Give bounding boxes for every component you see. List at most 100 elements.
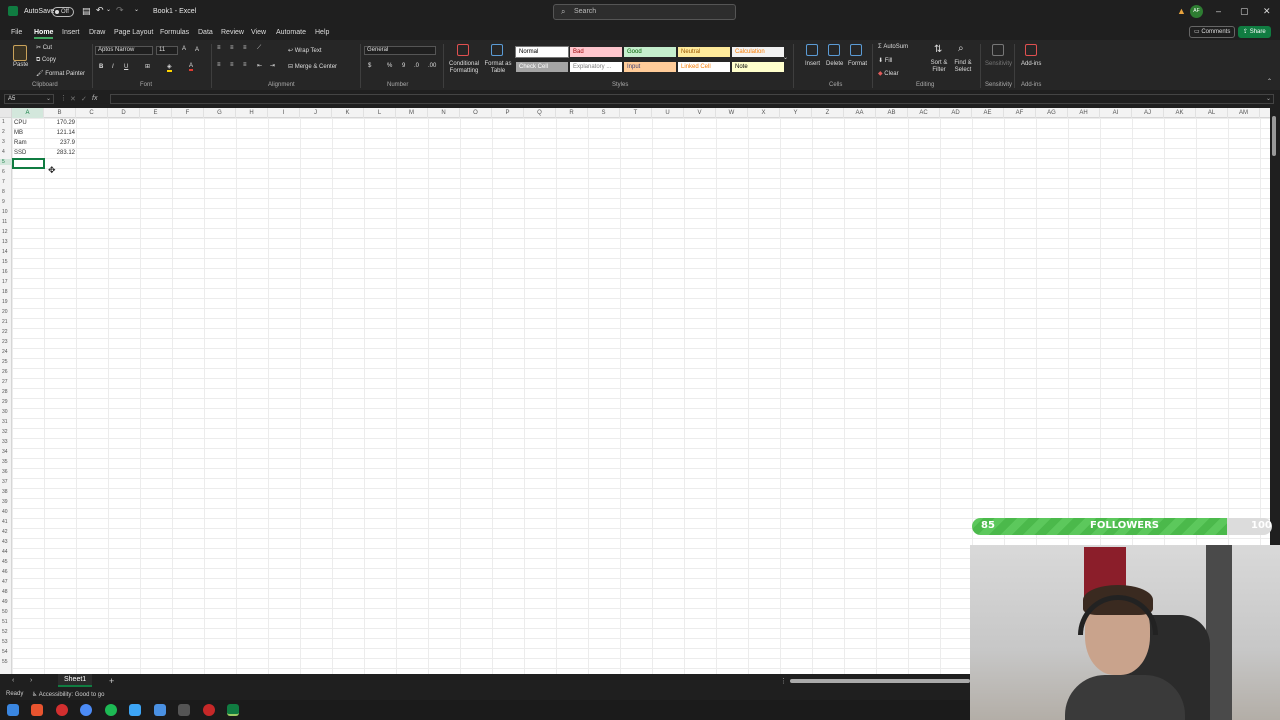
row-header[interactable]: 55	[0, 659, 12, 665]
cell-value[interactable]: 237.9	[44, 138, 75, 148]
font-name-select[interactable]: Aptos Narrow	[95, 46, 153, 55]
row-header[interactable]: 22	[0, 329, 12, 335]
conditional-formatting-icon[interactable]	[457, 44, 469, 56]
cell-style-option[interactable]: Linked Cell	[678, 62, 730, 72]
align-top-icon[interactable]: ≡	[217, 45, 221, 51]
row-header[interactable]: 48	[0, 589, 12, 595]
close-icon[interactable]: ✕	[1263, 6, 1271, 17]
opera-icon[interactable]	[56, 704, 68, 716]
column-header[interactable]: B	[44, 108, 76, 118]
prev-sheet-icon[interactable]: ‹	[12, 677, 14, 684]
delete-cells-icon[interactable]	[828, 44, 840, 56]
row-header[interactable]: 11	[0, 219, 12, 225]
font-size-select[interactable]: 11	[156, 46, 178, 55]
row-header[interactable]: 53	[0, 639, 12, 645]
row-header[interactable]: 35	[0, 459, 12, 465]
row-header[interactable]: 33	[0, 439, 12, 445]
cancel-icon[interactable]: ✕	[70, 95, 76, 103]
column-header[interactable]: U	[652, 108, 684, 118]
column-header[interactable]: S	[588, 108, 620, 118]
row-header[interactable]: 43	[0, 539, 12, 545]
column-header[interactable]: AL	[1196, 108, 1228, 118]
insert-function-button[interactable]: fx	[92, 95, 97, 102]
column-header[interactable]: E	[140, 108, 172, 118]
chrome-icon[interactable]	[80, 704, 92, 716]
row-header[interactable]: 36	[0, 469, 12, 475]
row-header[interactable]: 13	[0, 239, 12, 245]
add-sheet-icon[interactable]: +	[109, 676, 114, 686]
accessibility-status[interactable]: ♿ Accessibility: Good to go	[32, 691, 104, 698]
merge-center-button[interactable]: ⊟ Merge & Center	[288, 63, 337, 70]
column-header[interactable]: T	[620, 108, 652, 118]
file-explorer-icon[interactable]	[154, 704, 166, 716]
insert-cells-button[interactable]: Insert	[805, 61, 820, 67]
row-header[interactable]: 46	[0, 569, 12, 575]
selected-cell[interactable]	[12, 158, 45, 169]
column-header[interactable]: V	[684, 108, 716, 118]
tab-help[interactable]: Help	[315, 29, 329, 36]
row-header[interactable]: 52	[0, 629, 12, 635]
grow-font-icon[interactable]: A	[182, 46, 186, 52]
align-right-icon[interactable]: ≡	[243, 62, 247, 68]
collapse-ribbon-icon[interactable]: ⌃	[1267, 78, 1272, 85]
decrease-decimal-icon[interactable]: .00	[428, 63, 436, 69]
row-header[interactable]: 24	[0, 349, 12, 355]
more-icon[interactable]: ⋮	[60, 94, 67, 102]
column-header[interactable]: AG	[1036, 108, 1068, 118]
column-header[interactable]: D	[108, 108, 140, 118]
row-header[interactable]: 3	[0, 139, 12, 145]
row-header[interactable]: 37	[0, 479, 12, 485]
cell-label[interactable]: Ram	[14, 138, 27, 148]
format-painter-button[interactable]: 🖌 Format Painter	[36, 70, 85, 77]
minimize-icon[interactable]: –	[1216, 6, 1221, 16]
row-header[interactable]: 47	[0, 579, 12, 585]
row-header[interactable]: 40	[0, 509, 12, 515]
underline-button[interactable]: U	[124, 64, 128, 70]
delete-cells-button[interactable]: Delete	[826, 61, 843, 67]
column-header[interactable]: G	[204, 108, 236, 118]
row-header[interactable]: 15	[0, 259, 12, 265]
cell-style-option[interactable]: Note	[732, 62, 784, 72]
scrollbar-thumb[interactable]	[1272, 116, 1276, 156]
row-header[interactable]: 2	[0, 129, 12, 135]
warning-icon[interactable]: ▲	[1177, 6, 1186, 16]
column-header[interactable]: L	[364, 108, 396, 118]
row-header[interactable]: 17	[0, 279, 12, 285]
name-box-dropdown-icon[interactable]: ⌄	[46, 95, 51, 102]
column-header[interactable]: M	[396, 108, 428, 118]
sensitivity-button[interactable]: Sensitivity	[985, 61, 1012, 67]
tab-formulas[interactable]: Formulas	[160, 29, 189, 36]
row-header[interactable]: 14	[0, 249, 12, 255]
column-header[interactable]: AH	[1068, 108, 1100, 118]
orientation-icon[interactable]: ⟋	[257, 45, 261, 52]
column-header[interactable]: W	[716, 108, 748, 118]
row-header[interactable]: 44	[0, 549, 12, 555]
undo-icon[interactable]: ↶	[96, 5, 104, 16]
copy-button[interactable]: ⧉ Copy	[36, 57, 56, 64]
cell-label[interactable]: SSD	[14, 148, 26, 158]
tab-review[interactable]: Review	[221, 29, 244, 36]
column-header[interactable]: Y	[780, 108, 812, 118]
fill-color-icon[interactable]: ◈	[167, 63, 172, 72]
column-header[interactable]: AF	[1004, 108, 1036, 118]
column-header[interactable]: Q	[524, 108, 556, 118]
row-header[interactable]: 51	[0, 619, 12, 625]
davinci-icon[interactable]	[178, 704, 190, 716]
font-color-icon[interactable]: A	[189, 63, 194, 71]
save-icon[interactable]: ▤	[82, 6, 91, 17]
column-header[interactable]: J	[300, 108, 332, 118]
cut-button[interactable]: ✂ Cut	[36, 44, 52, 51]
cell-value[interactable]: 170.29	[44, 118, 75, 128]
insert-cells-icon[interactable]	[806, 44, 818, 56]
autosave-toggle[interactable]: Off	[52, 7, 74, 17]
column-header[interactable]: N	[428, 108, 460, 118]
row-header[interactable]: 31	[0, 419, 12, 425]
column-header[interactable]: AK	[1164, 108, 1196, 118]
column-header[interactable]: AB	[876, 108, 908, 118]
tab-automate[interactable]: Automate	[276, 29, 306, 36]
tab-data[interactable]: Data	[198, 29, 213, 36]
row-header[interactable]: 54	[0, 649, 12, 655]
column-header[interactable]: A	[12, 108, 44, 118]
next-sheet-icon[interactable]: ›	[30, 677, 32, 684]
column-header[interactable]: H	[236, 108, 268, 118]
